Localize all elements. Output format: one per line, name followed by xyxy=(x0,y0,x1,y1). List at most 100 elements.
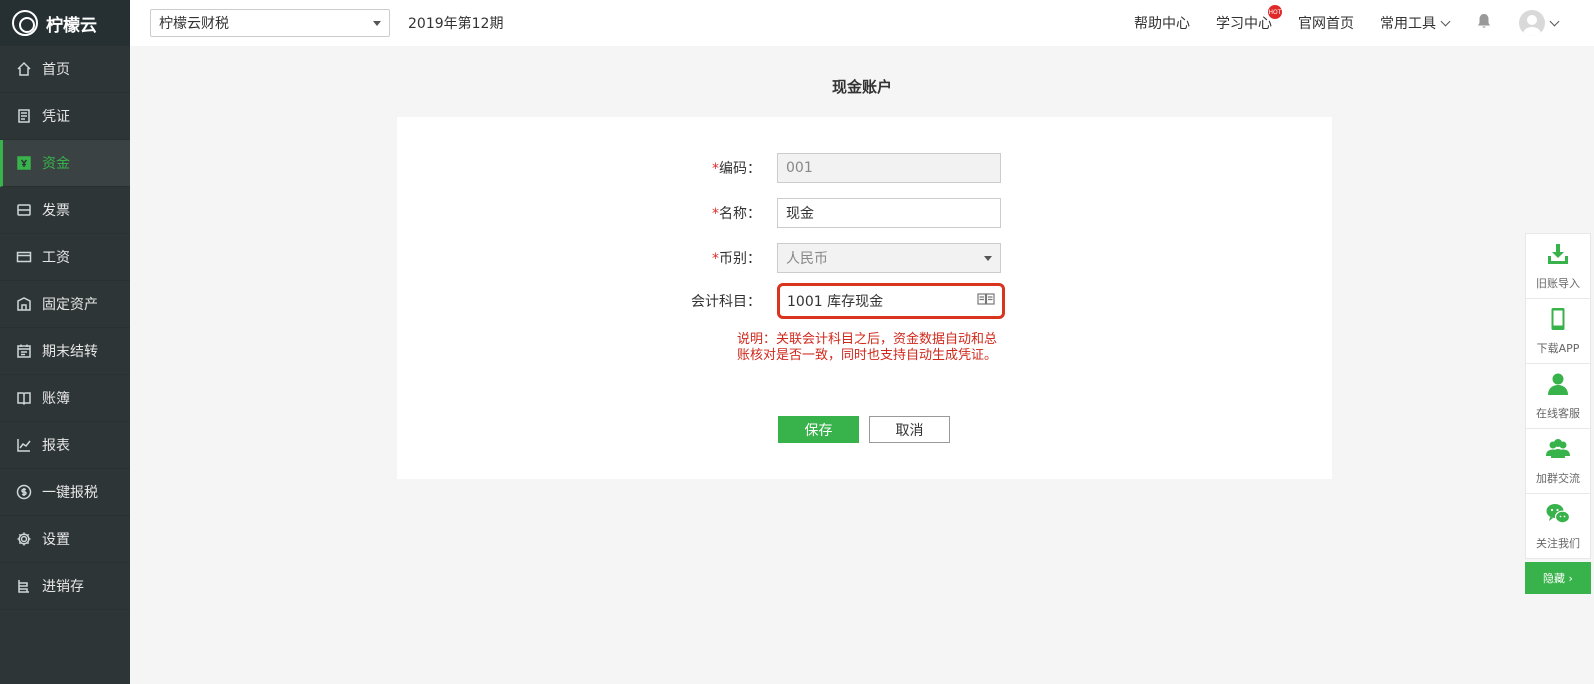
float-item-label: 加群交流 xyxy=(1536,472,1580,485)
float-item-label: 在线客服 xyxy=(1536,407,1580,420)
code-label: *编码： xyxy=(397,158,777,178)
hide-toolbar-button[interactable]: 隐藏 › xyxy=(1525,562,1591,594)
top-header: 柠檬云财税 2019年第12期 帮助中心 学习中心 HOT 官网首页 常用工具 xyxy=(130,0,1594,46)
sidebar-item-label: 工资 xyxy=(42,250,70,266)
accounting-period: 2019年第12期 xyxy=(408,16,504,32)
currency-row: *币别： 人民币 xyxy=(397,243,1332,273)
sidebar-item-label: 报表 xyxy=(42,438,70,454)
funds-icon xyxy=(16,155,32,171)
sidebar-item-voucher[interactable]: 凭证 xyxy=(0,93,130,140)
brand[interactable]: 柠檬云 xyxy=(0,0,130,46)
lemon-logo-icon xyxy=(12,10,38,36)
header-nav: 帮助中心 学习中心 HOT 官网首页 常用工具 xyxy=(1134,5,1594,36)
avatar xyxy=(1519,10,1545,36)
code-label-text: 编码： xyxy=(719,161,761,177)
invoice-icon xyxy=(16,202,32,218)
sidebar-item-label: 一键报税 xyxy=(42,485,98,501)
caret-down-icon xyxy=(373,20,381,26)
save-button[interactable]: 保存 xyxy=(778,416,859,443)
floating-toolbar: 旧账导入 下载APP 在线客服 加群交流 关注我们 隐藏 › xyxy=(1525,233,1591,594)
name-row: *名称： 现金 xyxy=(397,198,1332,228)
account-subject-value: 1001 库存现金 xyxy=(787,294,884,310)
name-label: *名称： xyxy=(397,203,777,223)
account-row: 会计科目： 1001 库存现金 xyxy=(397,283,1332,319)
open-book-icon[interactable] xyxy=(977,292,995,310)
gear-icon xyxy=(16,531,32,547)
inventory-icon xyxy=(16,578,32,594)
page-title: 现金账户 xyxy=(831,78,892,96)
dollar-icon xyxy=(16,484,32,500)
required-mark: * xyxy=(712,161,719,177)
voucher-icon xyxy=(16,108,32,124)
group-icon xyxy=(1545,436,1571,466)
sidebar-item-label: 账簿 xyxy=(42,391,70,407)
sidebar-item-label: 进销存 xyxy=(42,579,84,595)
code-row: *编码： 001 xyxy=(397,153,1332,183)
sidebar-item-tax[interactable]: 一键报税 xyxy=(0,469,130,516)
official-site-link[interactable]: 官网首页 xyxy=(1298,13,1354,33)
sidebar-item-label: 凭证 xyxy=(42,109,70,125)
sidebar-item-inventory[interactable]: 进销存 xyxy=(0,563,130,610)
company-select-value: 柠檬云财税 xyxy=(159,16,229,32)
sidebar-item-label: 发票 xyxy=(42,203,70,219)
sidebar-item-ledger[interactable]: 账簿 xyxy=(0,375,130,422)
bell-icon[interactable] xyxy=(1475,12,1493,34)
salary-card-icon xyxy=(16,249,32,265)
sidebar-item-label: 首页 xyxy=(42,62,70,78)
sidebar-item-label: 设置 xyxy=(42,532,70,548)
float-item-label: 旧账导入 xyxy=(1536,277,1580,290)
float-item-label: 关注我们 xyxy=(1536,537,1580,550)
wechat-icon xyxy=(1545,501,1571,531)
common-tools-menu[interactable]: 常用工具 xyxy=(1380,13,1451,33)
home-icon xyxy=(16,61,32,77)
account-label: 会计科目： xyxy=(691,294,761,310)
download-app-button[interactable]: 下载APP xyxy=(1525,298,1591,364)
sidebar: 柠檬云 首页 凭证 资金 发票 工资 固定资产 期末结转 账簿 报表 一键报税 … xyxy=(0,0,130,684)
sidebar-item-reports[interactable]: 报表 xyxy=(0,422,130,469)
sidebar-item-label: 资金 xyxy=(42,156,70,172)
learning-center-link[interactable]: 学习中心 HOT xyxy=(1216,5,1282,33)
code-input: 001 xyxy=(777,153,1001,183)
cash-account-form: *编码： 001 *名称： 现金 *币别： 人民币 会计科目： 1001 库存现… xyxy=(397,117,1332,479)
sidebar-item-period-close[interactable]: 期末结转 xyxy=(0,328,130,375)
book-icon xyxy=(16,390,32,406)
sidebar-item-invoice[interactable]: 发票 xyxy=(0,187,130,234)
hot-badge: HOT xyxy=(1268,5,1282,19)
chart-icon xyxy=(16,437,32,453)
help-center-link[interactable]: 帮助中心 xyxy=(1134,13,1190,33)
account-note: 说明：关联会计科目之后，资金数据自动和总账核对是否一致，同时也支持自动生成凭证。 xyxy=(737,332,998,363)
sidebar-item-funds[interactable]: 资金 xyxy=(0,140,130,187)
name-input[interactable]: 现金 xyxy=(777,198,1001,228)
sidebar-item-salary[interactable]: 工资 xyxy=(0,234,130,281)
online-service-button[interactable]: 在线客服 xyxy=(1525,363,1591,429)
required-mark: * xyxy=(712,206,719,222)
import-icon xyxy=(1545,241,1571,271)
join-group-button[interactable]: 加群交流 xyxy=(1525,428,1591,494)
calendar-icon xyxy=(16,343,32,359)
company-select[interactable]: 柠檬云财税 xyxy=(150,9,390,37)
old-ledger-import-button[interactable]: 旧账导入 xyxy=(1525,233,1591,299)
sidebar-item-label: 期末结转 xyxy=(42,344,98,360)
learning-center-label: 学习中心 xyxy=(1216,16,1272,32)
name-label-text: 名称： xyxy=(719,206,761,222)
common-tools-label: 常用工具 xyxy=(1380,16,1436,32)
sidebar-menu: 首页 凭证 资金 发票 工资 固定资产 期末结转 账簿 报表 一键报税 设置 进… xyxy=(0,46,130,610)
caret-down-icon xyxy=(984,255,992,261)
building-icon xyxy=(16,296,32,312)
person-icon xyxy=(1545,371,1571,401)
follow-us-button[interactable]: 关注我们 xyxy=(1525,493,1591,559)
cancel-button[interactable]: 取消 xyxy=(869,416,950,443)
float-item-label: 下载APP xyxy=(1536,342,1580,355)
chevron-down-icon xyxy=(1440,16,1451,26)
currency-select[interactable]: 人民币 xyxy=(777,243,1001,273)
sidebar-item-fixed-assets[interactable]: 固定资产 xyxy=(0,281,130,328)
brand-name: 柠檬云 xyxy=(46,15,97,36)
phone-icon xyxy=(1545,306,1571,336)
chevron-down-icon xyxy=(1549,16,1560,26)
sidebar-item-settings[interactable]: 设置 xyxy=(0,516,130,563)
user-menu[interactable] xyxy=(1519,10,1560,36)
account-subject-input[interactable]: 1001 库存现金 xyxy=(777,283,1005,319)
required-mark: * xyxy=(712,251,719,267)
currency-label-text: 币别： xyxy=(719,251,761,267)
sidebar-item-home[interactable]: 首页 xyxy=(0,46,130,93)
